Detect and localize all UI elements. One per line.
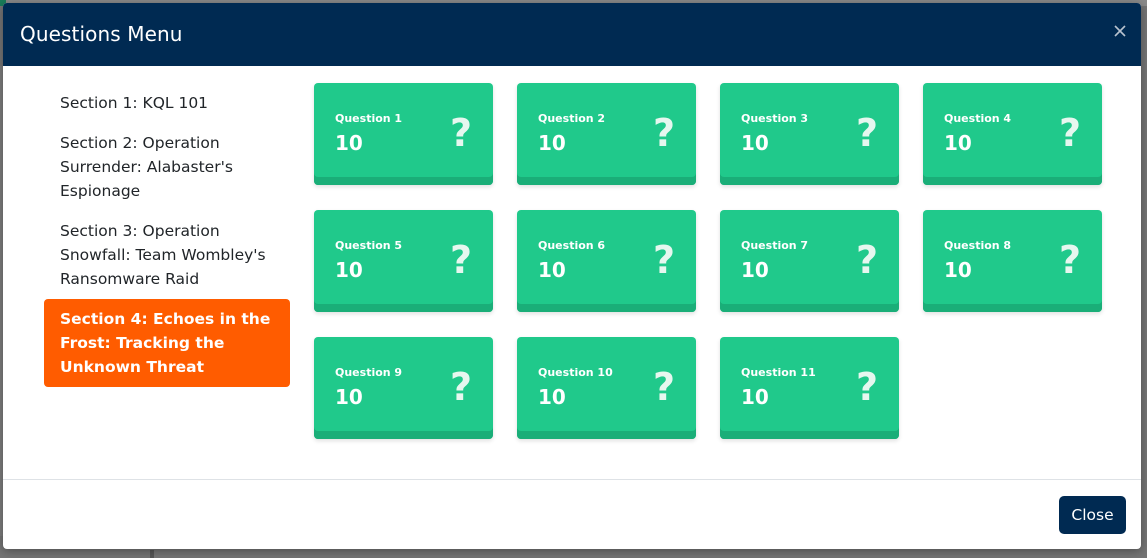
question-card-4[interactable]: Question 4 10 ?: [923, 83, 1102, 185]
question-points: 10: [335, 258, 363, 282]
modal-body: Section 1: KQL 101 Section 2: Operation …: [3, 66, 1141, 479]
close-button[interactable]: Close: [1059, 496, 1126, 534]
question-mark-icon: ?: [855, 111, 878, 155]
question-card-10[interactable]: Question 10 10 ?: [517, 337, 696, 439]
question-points: 10: [741, 131, 769, 155]
question-label: Question 3: [741, 112, 809, 125]
question-mark-icon: ?: [652, 238, 675, 282]
section-item-4[interactable]: Section 4: Echoes in the Frost: Tracking…: [44, 299, 290, 387]
modal-title: Questions Menu: [20, 22, 183, 46]
section-item-1[interactable]: Section 1: KQL 101: [44, 83, 290, 123]
modal-footer: Close: [3, 479, 1141, 549]
question-points: 10: [741, 385, 769, 409]
question-mark-icon: ?: [1058, 111, 1081, 155]
question-label: Question 7: [741, 239, 809, 252]
modal-header: Questions Menu: [3, 3, 1141, 66]
question-mark-icon: ?: [652, 111, 675, 155]
questions-menu-modal: Questions Menu Section 1: KQL 101 Sectio…: [3, 3, 1141, 549]
question-label: Question 8: [944, 239, 1012, 252]
question-mark-icon: ?: [449, 238, 472, 282]
question-mark-icon: ?: [855, 365, 878, 409]
question-mark-icon: ?: [449, 111, 472, 155]
question-label: Question 2: [538, 112, 606, 125]
question-card-11[interactable]: Question 11 10 ?: [720, 337, 899, 439]
close-icon[interactable]: [1111, 24, 1129, 42]
question-card-5[interactable]: Question 5 10 ?: [314, 210, 493, 312]
question-card-8[interactable]: Question 8 10 ?: [923, 210, 1102, 312]
question-points: 10: [335, 385, 363, 409]
question-points: 10: [944, 258, 972, 282]
question-mark-icon: ?: [652, 365, 675, 409]
question-label: Question 11: [741, 366, 816, 379]
question-points: 10: [335, 131, 363, 155]
question-mark-icon: ?: [1058, 238, 1081, 282]
question-label: Question 10: [538, 366, 613, 379]
question-points: 10: [944, 131, 972, 155]
question-mark-icon: ?: [855, 238, 878, 282]
question-points: 10: [538, 131, 566, 155]
question-points: 10: [741, 258, 769, 282]
question-card-3[interactable]: Question 3 10 ?: [720, 83, 899, 185]
question-points: 10: [538, 385, 566, 409]
backdrop-divider: [150, 550, 154, 558]
question-label: Question 9: [335, 366, 403, 379]
section-list: Section 1: KQL 101 Section 2: Operation …: [44, 83, 290, 387]
question-label: Question 6: [538, 239, 606, 252]
question-card-7[interactable]: Question 7 10 ?: [720, 210, 899, 312]
question-label: Question 4: [944, 112, 1012, 125]
question-card-9[interactable]: Question 9 10 ?: [314, 337, 493, 439]
question-mark-icon: ?: [449, 365, 472, 409]
question-card-1[interactable]: Question 1 10 ?: [314, 83, 493, 185]
section-item-3[interactable]: Section 3: Operation Snowfall: Team Womb…: [44, 211, 290, 299]
question-card-2[interactable]: Question 2 10 ?: [517, 83, 696, 185]
question-label: Question 5: [335, 239, 403, 252]
close-icon-glyph: [1114, 25, 1126, 37]
question-label: Question 1: [335, 112, 403, 125]
question-points: 10: [538, 258, 566, 282]
question-card-6[interactable]: Question 6 10 ?: [517, 210, 696, 312]
section-item-2[interactable]: Section 2: Operation Surrender: Alabaste…: [44, 123, 290, 211]
